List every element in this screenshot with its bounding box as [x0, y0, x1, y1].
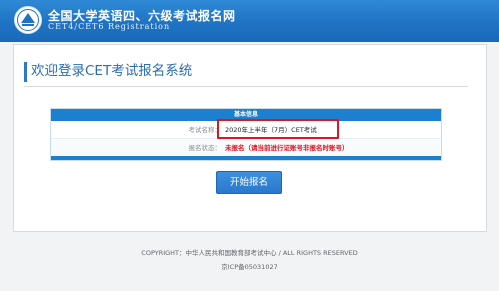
site-title-en: CET4/CET6 Registration	[48, 22, 171, 31]
registration-status-row: 报名状态： 未报名（请当前进行证账号非报名时账号）	[51, 140, 441, 157]
title-divider	[24, 86, 468, 87]
start-registration-button[interactable]: 开始报名	[216, 171, 282, 194]
site-header: 全国大学英语四、六级考试报名网 CET4/CET6 Registration	[0, 0, 499, 42]
page-title: 欢迎登录CET考试报名系统	[24, 62, 192, 82]
registration-status-label: 报名状态：	[188, 144, 222, 152]
footer-icp[interactable]: 京ICP备05031027	[0, 261, 499, 271]
exam-name-highlight	[217, 119, 339, 139]
site-title-cn: 全国大学英语四、六级考试报名网	[48, 9, 236, 23]
registration-status-value: 未报名（请当前进行证账号非报名时账号）	[225, 144, 349, 152]
cet-emblem-icon	[14, 6, 42, 34]
panel-bottom-bar	[51, 156, 441, 160]
exam-name-label: 考试名称：	[188, 126, 222, 134]
footer-copyright: COPYRIGHT：中华人民共和国教育部考试中心 / ALL RIGHTS RE…	[141, 249, 358, 257]
